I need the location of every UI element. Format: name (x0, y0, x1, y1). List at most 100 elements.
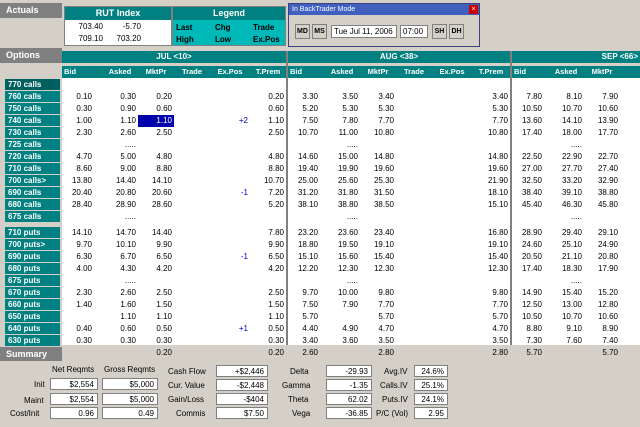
cell-jul-3[interactable] (174, 287, 210, 299)
cell-jul-1[interactable]: 14.70 (102, 227, 138, 239)
cell-jul-0[interactable]: 1.40 (62, 299, 94, 311)
cell-aug-2[interactable]: 19.60 (360, 163, 396, 175)
cell-aug-4[interactable] (436, 299, 472, 311)
cell-sep-0[interactable]: 10.50 (512, 311, 544, 323)
cell-jul-1[interactable]: ..... (102, 139, 138, 151)
cell-jul-2[interactable]: 2.50 (138, 287, 174, 299)
cell-jul-5[interactable]: 8.80 (250, 163, 286, 175)
cell-sep-1[interactable]: 10.70 (548, 103, 584, 115)
cell-aug-3[interactable] (396, 239, 432, 251)
cell-aug-0[interactable]: 12.20 (288, 263, 320, 275)
row-label[interactable]: 700 puts> (5, 239, 60, 250)
cell-jul-4[interactable] (214, 211, 250, 223)
cell-jul-0[interactable] (62, 311, 94, 323)
cell-aug-3[interactable] (396, 251, 432, 263)
cell-sep-1[interactable]: 39.10 (548, 187, 584, 199)
cell-aug-1[interactable]: 23.60 (324, 227, 360, 239)
cell-jul-3[interactable] (174, 187, 210, 199)
cell-jul-4[interactable]: +1 (214, 323, 250, 335)
cell-jul-0[interactable]: 20.40 (62, 187, 94, 199)
cell-aug-1[interactable] (324, 347, 360, 359)
cell-sep-2[interactable]: 7.40 (584, 335, 620, 347)
row-label[interactable]: 720 calls (5, 151, 60, 162)
cell-sep-1[interactable]: 8.10 (548, 91, 584, 103)
cell-jul-4[interactable] (214, 199, 250, 211)
backtrader-title-bar[interactable]: In BackTrader Mode × (289, 4, 479, 15)
cell-jul-1[interactable]: ..... (102, 211, 138, 223)
row-label[interactable]: 690 calls (5, 187, 60, 198)
cell-aug-0[interactable]: 3.40 (288, 335, 320, 347)
cell-aug-2[interactable]: 9.80 (360, 287, 396, 299)
cell-aug-5[interactable]: 3.40 (474, 91, 510, 103)
cell-aug-0[interactable]: 2.60 (288, 347, 320, 359)
cell-jul-4[interactable]: +2 (214, 115, 250, 127)
cell-jul-1[interactable]: 9.00 (102, 163, 138, 175)
cell-jul-4[interactable] (214, 311, 250, 323)
cell-aug-1[interactable]: 4.90 (324, 323, 360, 335)
cell-sep-1[interactable]: ..... (548, 211, 584, 223)
cell-jul-4[interactable] (214, 139, 250, 151)
cell-aug-1[interactable]: 19.90 (324, 163, 360, 175)
cell-aug-3[interactable] (396, 263, 432, 275)
cell-aug-1[interactable]: 7.90 (324, 299, 360, 311)
cell-aug-4[interactable] (436, 347, 472, 359)
cell-jul-2[interactable]: 14.10 (138, 175, 174, 187)
cell-sep-0[interactable]: 14.90 (512, 287, 544, 299)
cell-jul-5[interactable] (250, 139, 286, 151)
cell-jul-5[interactable]: 1.10 (250, 311, 286, 323)
cell-sep-2[interactable]: 15.20 (584, 287, 620, 299)
cell-jul-2[interactable] (138, 139, 174, 151)
cell-jul-2[interactable]: 0.20 (138, 91, 174, 103)
cell-jul-5[interactable] (250, 211, 286, 223)
cell-sep-1[interactable]: 29.40 (548, 227, 584, 239)
cell-jul-5[interactable]: 9.90 (250, 239, 286, 251)
cell-jul-2[interactable]: 28.60 (138, 199, 174, 211)
cell-aug-1[interactable]: ..... (324, 139, 360, 151)
cell-aug-5[interactable]: 7.70 (474, 299, 510, 311)
cell-sep-0[interactable] (512, 139, 544, 151)
cell-aug-3[interactable] (396, 311, 432, 323)
cell-aug-3[interactable] (396, 187, 432, 199)
cell-sep-2[interactable]: 10.60 (584, 103, 620, 115)
cell-jul-1[interactable]: ..... (102, 275, 138, 287)
cell-aug-2[interactable]: 14.80 (360, 151, 396, 163)
cell-aug-0[interactable]: 14.60 (288, 151, 320, 163)
cell-sep-1[interactable]: 46.30 (548, 199, 584, 211)
cell-aug-2[interactable]: 15.40 (360, 251, 396, 263)
cell-jul-2[interactable]: 6.50 (138, 251, 174, 263)
cell-aug-0[interactable]: 7.50 (288, 299, 320, 311)
cell-aug-2[interactable]: 5.30 (360, 103, 396, 115)
cell-sep-2[interactable]: 22.70 (584, 151, 620, 163)
cell-jul-5[interactable]: 0.20 (250, 91, 286, 103)
cell-aug-2[interactable]: 7.70 (360, 299, 396, 311)
cell-sep-2[interactable]: 32.90 (584, 175, 620, 187)
cell-jul-4[interactable] (214, 287, 250, 299)
cell-aug-3[interactable] (396, 199, 432, 211)
cell-aug-2[interactable]: 3.50 (360, 335, 396, 347)
cell-jul-2[interactable]: 0.50 (138, 323, 174, 335)
cell-jul-0[interactable] (62, 211, 94, 223)
cell-aug-3[interactable] (396, 335, 432, 347)
cell-aug-4[interactable] (436, 163, 472, 175)
cell-jul-2[interactable]: 4.80 (138, 151, 174, 163)
cell-aug-2[interactable]: 23.40 (360, 227, 396, 239)
cell-aug-1[interactable] (324, 79, 360, 91)
cell-aug-0[interactable]: 9.70 (288, 287, 320, 299)
cell-aug-0[interactable] (288, 275, 320, 287)
cell-aug-5[interactable]: 4.70 (474, 323, 510, 335)
cell-jul-0[interactable] (62, 139, 94, 151)
cell-aug-2[interactable]: 12.30 (360, 263, 396, 275)
cell-sep-2[interactable]: 17.70 (584, 127, 620, 139)
row-label[interactable]: 690 puts (5, 251, 60, 262)
cell-aug-4[interactable] (436, 263, 472, 275)
row-label[interactable]: 670 puts (5, 287, 60, 298)
cell-aug-5[interactable] (474, 275, 510, 287)
cell-jul-5[interactable] (250, 79, 286, 91)
cell-sep-0[interactable]: 24.60 (512, 239, 544, 251)
cell-jul-5[interactable]: 4.80 (250, 151, 286, 163)
cell-aug-4[interactable] (436, 239, 472, 251)
cell-jul-4[interactable] (214, 275, 250, 287)
cell-aug-1[interactable]: 25.60 (324, 175, 360, 187)
cell-aug-1[interactable]: 15.00 (324, 151, 360, 163)
row-label[interactable]: 700 calls> (5, 175, 60, 186)
